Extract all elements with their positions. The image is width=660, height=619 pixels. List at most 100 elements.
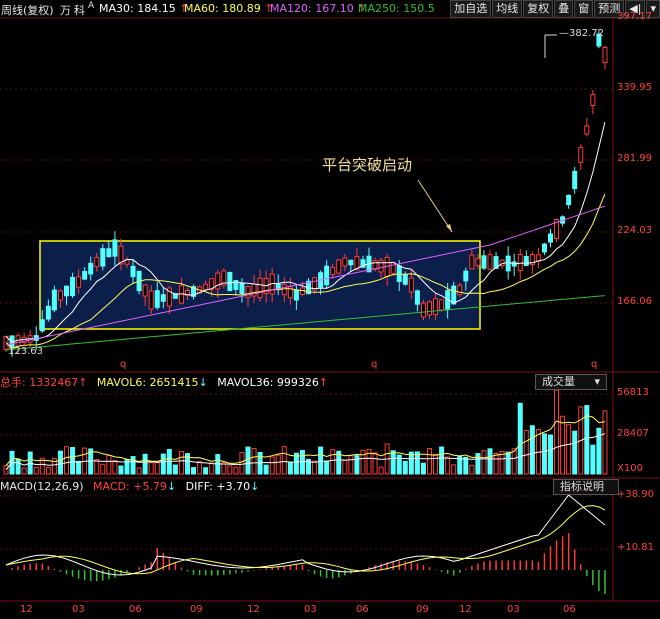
volume-bar xyxy=(100,463,106,475)
candle-body xyxy=(203,283,209,291)
volume-bar xyxy=(469,464,475,475)
candle-body xyxy=(427,301,432,316)
candle-body xyxy=(106,248,112,258)
volume-tick: 28407 xyxy=(617,428,649,439)
ma120-label: MA120: 167.10 ↑ xyxy=(270,2,367,15)
volume-bar xyxy=(178,451,184,475)
volume-bar xyxy=(348,455,354,475)
window-button[interactable]: 窗 xyxy=(574,0,594,18)
volume-bar xyxy=(318,446,324,475)
volume-bar xyxy=(233,466,239,475)
candle-body xyxy=(590,94,596,106)
volume-bar xyxy=(427,447,432,475)
price-tick: 166.06 xyxy=(617,296,652,307)
volume-bar xyxy=(475,453,481,475)
add-watchlist-button[interactable]: 加自选 xyxy=(450,0,492,18)
volume-bar xyxy=(15,458,21,475)
x-axis-label: 06 xyxy=(356,604,369,615)
candle-body xyxy=(572,170,578,190)
volume-bar xyxy=(112,459,118,475)
volume-bar xyxy=(142,453,148,475)
volume-bar xyxy=(160,453,166,475)
volume-bar xyxy=(330,449,336,475)
volume-bar xyxy=(191,467,197,475)
price-tick: 339.95 xyxy=(617,82,652,93)
candle-body xyxy=(602,46,608,64)
volume-bar xyxy=(148,462,154,475)
volume-bar xyxy=(245,446,251,475)
ma-button[interactable]: 均线 xyxy=(492,0,523,18)
volume-bar xyxy=(21,467,27,475)
candle-body xyxy=(439,299,445,311)
candle-body xyxy=(481,255,487,269)
candle-body xyxy=(523,256,529,266)
candle-body xyxy=(584,125,590,135)
q-marker: q xyxy=(120,359,127,370)
candle-body xyxy=(469,254,475,270)
volume-bar xyxy=(390,450,396,475)
low-price-label: 123.63 xyxy=(8,346,43,357)
candle-body xyxy=(451,285,457,305)
volume-bar xyxy=(45,467,51,475)
x-axis-label: 12 xyxy=(459,604,472,615)
candle-body xyxy=(566,194,572,206)
volume-bar xyxy=(487,448,493,475)
volume-bar xyxy=(64,446,69,475)
macd-tick: +38.90 xyxy=(617,489,655,500)
volume-bar xyxy=(511,448,517,475)
volume-bar xyxy=(360,449,366,475)
volume-bar xyxy=(209,462,215,475)
volume-bar xyxy=(76,460,82,475)
candle-body xyxy=(239,282,245,295)
x-axis-label: 03 xyxy=(304,604,317,615)
volume-bar xyxy=(541,433,547,475)
candle-body xyxy=(548,233,553,243)
volume-bar xyxy=(414,451,420,475)
volume-bar xyxy=(402,460,408,475)
volume-bar xyxy=(172,464,178,475)
annotation-text: 平台突破启动 xyxy=(322,156,413,174)
candle-body xyxy=(51,289,57,311)
candle-body xyxy=(324,265,330,286)
stock-chart[interactable] xyxy=(0,0,660,619)
price-tick: 397.17 xyxy=(617,11,652,22)
ke-label[interactable]: 科 xyxy=(74,2,85,18)
macd-header: MACD(12,26,9) MACD: +5.79↓ DIFF: +3.70↓ xyxy=(0,480,260,493)
volume-bar xyxy=(287,462,293,475)
volume-bar xyxy=(33,466,39,475)
wan-label[interactable]: 万 xyxy=(60,2,71,18)
volume-bar xyxy=(281,446,287,475)
volume-bar xyxy=(118,465,124,475)
volume-bar xyxy=(548,434,553,475)
volume-unit: X100 xyxy=(617,463,643,474)
volume-bar xyxy=(554,389,560,475)
q-marker: q xyxy=(371,359,378,370)
volume-indicator-button[interactable]: 成交量 ▾ xyxy=(535,374,607,390)
candle-body xyxy=(414,290,420,305)
candle-body xyxy=(82,271,88,280)
a-label[interactable]: A xyxy=(88,1,94,11)
candle-body xyxy=(372,260,378,270)
period-label[interactable]: 周线(复权) xyxy=(1,2,54,18)
candle-body xyxy=(215,272,221,290)
volume-bar xyxy=(312,460,318,475)
ma60-label: MA60: 180.89 ↑ xyxy=(184,2,274,15)
mavol36-label: MAVOL36: 999326 xyxy=(217,376,319,389)
candle-body xyxy=(70,276,76,297)
candle-body xyxy=(148,290,154,310)
overlay-button[interactable]: 叠 xyxy=(554,0,574,18)
candle-body xyxy=(330,267,336,275)
adjust-button[interactable]: 复权 xyxy=(523,0,554,18)
indicator-help-button[interactable]: 指标说明 xyxy=(553,479,619,495)
candle-body xyxy=(342,257,348,267)
annotation-arrowhead xyxy=(446,224,452,232)
x-axis-label: 06 xyxy=(563,604,576,615)
candle-body xyxy=(336,259,342,274)
macd-title: MACD(12,26,9) xyxy=(0,480,84,493)
volume-bar xyxy=(57,450,63,475)
candle-body xyxy=(130,265,136,278)
candle-body xyxy=(88,262,94,275)
candle-body xyxy=(227,271,233,292)
volume-bar xyxy=(493,453,499,475)
volume-bar xyxy=(3,465,9,475)
